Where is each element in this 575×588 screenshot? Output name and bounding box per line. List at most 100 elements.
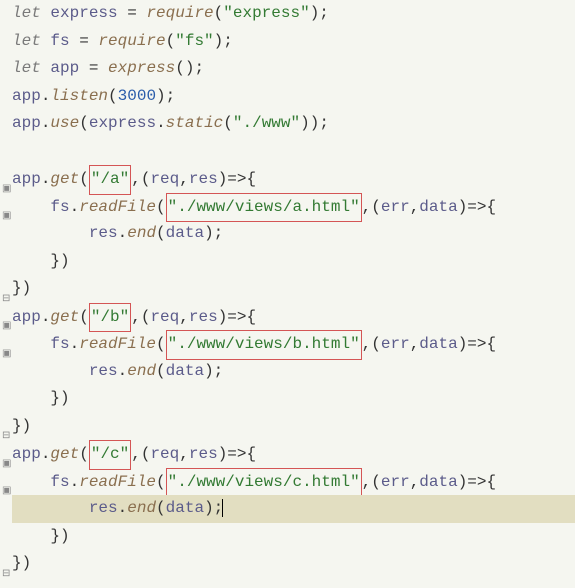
fold-icon[interactable]: ▣: [2, 451, 8, 457]
string: "/a": [91, 170, 129, 188]
paren: );: [156, 87, 175, 105]
brace: }): [50, 527, 69, 545]
variable: app: [12, 445, 41, 463]
code-line[interactable]: res.end(data);: [12, 358, 575, 386]
function-call: end: [127, 499, 156, 517]
variable: data: [166, 224, 204, 242]
code-line[interactable]: ▣app.get("/b",(req,res)=>{: [12, 303, 575, 331]
arrow: )=>{: [218, 170, 256, 188]
comma: ,: [410, 473, 420, 491]
variable: res: [89, 362, 118, 380]
code-line[interactable]: app.listen(3000);: [12, 83, 575, 111]
highlight-box: "/a": [89, 165, 131, 195]
paren: (: [79, 445, 89, 463]
code-line[interactable]: ▣ fs.readFile("./www/views/b.html",(err,…: [12, 330, 575, 358]
paren: (: [214, 4, 224, 22]
fold-icon[interactable]: ▣: [2, 203, 8, 209]
dot: .: [41, 170, 51, 188]
param: err: [381, 473, 410, 491]
paren: );: [310, 4, 329, 22]
string: "./www/views/c.html": [168, 473, 360, 491]
dot: .: [70, 198, 80, 216]
dot: .: [41, 114, 51, 132]
fold-icon[interactable]: ⊟: [2, 561, 8, 567]
paren: (: [156, 362, 166, 380]
fold-icon[interactable]: ▣: [2, 478, 8, 484]
function-call: require: [98, 32, 165, 50]
variable: res: [89, 499, 118, 517]
param: res: [189, 170, 218, 188]
keyword-let: let: [12, 59, 41, 77]
param: res: [189, 445, 218, 463]
code-line[interactable]: ▣app.get("/a",(req,res)=>{: [12, 165, 575, 193]
code-line-active[interactable]: res.end(data);: [12, 495, 575, 523]
fold-icon[interactable]: ⊟: [2, 286, 8, 292]
code-line[interactable]: ⊟}): [12, 275, 575, 303]
code-line[interactable]: }): [12, 385, 575, 413]
fold-icon[interactable]: ▣: [2, 313, 8, 319]
paren: (: [79, 114, 89, 132]
indent: [12, 198, 50, 216]
code-line[interactable]: res.end(data);: [12, 220, 575, 248]
paren: (: [79, 308, 89, 326]
indent: [12, 362, 89, 380]
operator: =: [89, 59, 108, 77]
variable: app: [12, 114, 41, 132]
paren: (: [223, 114, 233, 132]
code-line[interactable]: let app = express();: [12, 55, 575, 83]
comma: ,: [179, 445, 189, 463]
param: res: [189, 308, 218, 326]
dot: .: [118, 499, 128, 517]
punct: ,(: [362, 473, 381, 491]
function-call: get: [50, 170, 79, 188]
variable: res: [89, 224, 118, 242]
code-line[interactable]: let fs = require("fs");: [12, 28, 575, 56]
param: data: [419, 335, 457, 353]
param: data: [419, 473, 457, 491]
comma: ,: [410, 335, 420, 353]
brace: }): [12, 417, 31, 435]
arrow: )=>{: [458, 473, 496, 491]
paren: (: [156, 335, 166, 353]
punct: ,(: [131, 445, 150, 463]
code-line[interactable]: let express = require("express");: [12, 0, 575, 28]
code-line[interactable]: ▣ fs.readFile("./www/views/a.html",(err,…: [12, 193, 575, 221]
code-line[interactable]: ▣ fs.readFile("./www/views/c.html",(err,…: [12, 468, 575, 496]
dot: .: [156, 114, 166, 132]
brace: }): [50, 252, 69, 270]
code-line[interactable]: app.use(express.static("./www"));: [12, 110, 575, 138]
keyword-let: let: [12, 4, 41, 22]
indent: [12, 499, 89, 517]
paren: (: [79, 170, 89, 188]
function-call: listen: [50, 87, 108, 105]
indent: [12, 252, 50, 270]
code-line[interactable]: }): [12, 248, 575, 276]
indent: [12, 224, 89, 242]
code-line[interactable]: }): [12, 523, 575, 551]
code-line[interactable]: ⊟}): [12, 413, 575, 441]
dot: .: [70, 473, 80, 491]
fold-icon[interactable]: ▣: [2, 176, 8, 182]
paren: (: [156, 224, 166, 242]
variable: express: [41, 4, 127, 22]
variable: express: [89, 114, 156, 132]
punct: ,(: [131, 170, 150, 188]
fold-icon[interactable]: ▣: [2, 341, 8, 347]
code-editor[interactable]: let express = require("express"); let fs…: [0, 0, 575, 578]
function-call: get: [50, 445, 79, 463]
string: "./www/views/b.html": [168, 335, 360, 353]
fold-icon[interactable]: ⊟: [2, 423, 8, 429]
operator: =: [79, 32, 98, 50]
code-line[interactable]: ▣app.get("/c",(req,res)=>{: [12, 440, 575, 468]
variable: app: [12, 308, 41, 326]
indent: [12, 473, 50, 491]
dot: .: [41, 445, 51, 463]
function-call: static: [166, 114, 224, 132]
variable: app: [41, 59, 89, 77]
function-call: readFile: [79, 335, 156, 353]
variable: app: [12, 170, 41, 188]
code-line[interactable]: ⊟}): [12, 550, 575, 578]
code-line-empty[interactable]: [12, 138, 575, 166]
function-call: get: [50, 308, 79, 326]
indent: [12, 527, 50, 545]
